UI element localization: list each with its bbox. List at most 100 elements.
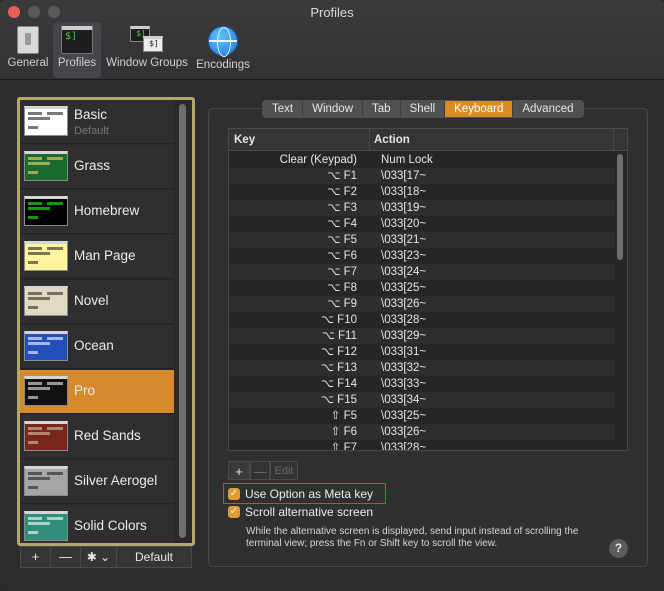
option-scroll-alt[interactable]: ✓ Scroll alternative screen <box>228 504 388 520</box>
action-cell: \033[21~ <box>381 234 427 246</box>
profile-list-scrollbar[interactable] <box>177 102 187 540</box>
action-cell: \033[25~ <box>381 282 427 294</box>
profile-item-homebrew[interactable]: Homebrew <box>20 190 174 234</box>
general-icon <box>17 26 39 54</box>
table-row[interactable]: ⇧ F7 \033[28~ <box>229 440 615 451</box>
key-table-scrollbar[interactable] <box>617 154 623 260</box>
action-cell: \033[28~ <box>381 314 427 326</box>
scroll-alt-checkbox[interactable]: ✓ <box>228 506 240 518</box>
help-button[interactable]: ? <box>609 539 628 558</box>
profile-item-pro[interactable]: Pro <box>20 370 174 414</box>
profile-name: Grass <box>74 158 111 173</box>
key-cell: ⌥ F7 <box>327 266 357 278</box>
tab-keyboard[interactable]: Keyboard <box>445 101 514 117</box>
profile-item-man-page[interactable]: Man Page <box>20 235 174 279</box>
meta-key-checkbox[interactable]: ✓ <box>228 488 240 500</box>
toolbar-general-label: General <box>7 57 49 69</box>
profile-list-buttons: + — ✱ ⌄ Default <box>20 546 192 568</box>
toolbar-profiles[interactable]: Profiles <box>53 22 101 78</box>
toolbar-encodings[interactable]: Encodings <box>194 22 252 78</box>
table-row[interactable]: ⌥ F11 \033[29~ <box>229 328 615 344</box>
action-cell: \033[18~ <box>381 186 427 198</box>
table-row[interactable]: ⌥ F8 \033[25~ <box>229 280 615 296</box>
table-row[interactable]: Clear (Keypad) Num Lock <box>229 152 615 168</box>
action-cell: \033[25~ <box>381 410 427 422</box>
tab-shell[interactable]: Shell <box>401 101 446 117</box>
column-header-action[interactable]: Action <box>374 134 410 146</box>
key-cell: ⌥ F1 <box>327 170 357 182</box>
add-profile-button[interactable]: + <box>21 547 51 567</box>
table-row[interactable]: ⌥ F3 \033[19~ <box>229 200 615 216</box>
action-cell: \033[28~ <box>381 442 427 451</box>
table-row[interactable]: ⌥ F1 \033[17~ <box>229 168 615 184</box>
tab-window[interactable]: Window <box>303 101 363 117</box>
column-header-key[interactable]: Key <box>234 134 255 146</box>
globe-icon <box>208 26 238 57</box>
toolbar: Profiles General Profiles $]$] Window Gr… <box>0 0 664 80</box>
profile-item-silver-aerogel[interactable]: Silver Aerogel <box>20 460 174 504</box>
option-meta-key[interactable]: ✓ Use Option as Meta key <box>228 486 378 502</box>
remove-profile-button[interactable]: — <box>51 547 81 567</box>
tab-text[interactable]: Text <box>263 101 304 117</box>
table-row[interactable]: ⇧ F6 \033[26~ <box>229 424 615 440</box>
profile-name: Novel <box>74 293 109 308</box>
profile-item-red-sands[interactable]: Red Sands <box>20 415 174 459</box>
action-cell: \033[23~ <box>381 250 427 262</box>
table-row[interactable]: ⇧ F5 \033[25~ <box>229 408 615 424</box>
tab-tab[interactable]: Tab <box>363 101 401 117</box>
table-row[interactable]: ⌥ F13 \033[32~ <box>229 360 615 376</box>
action-cell: \033[34~ <box>381 394 427 406</box>
profile-thumbnail <box>24 511 68 541</box>
key-cell: ⌥ F6 <box>327 250 357 262</box>
profile-item-novel[interactable]: Novel <box>20 280 174 324</box>
toolbar-window-groups-label: Window Groups <box>106 57 188 69</box>
key-cell: ⌥ F12 <box>320 346 357 358</box>
action-cell: Num Lock <box>381 154 433 166</box>
toolbar-general[interactable]: General <box>6 22 50 78</box>
settings-tabs: Text Window Tab Shell Keyboard Advanced <box>262 100 584 118</box>
profile-thumbnail <box>24 376 68 406</box>
profile-thumbnail <box>24 286 68 316</box>
window-title: Profiles <box>310 5 354 20</box>
tab-advanced[interactable]: Advanced <box>513 101 582 117</box>
profile-item-grass[interactable]: Grass <box>20 145 174 189</box>
profiles-window: Profiles General Profiles $]$] Window Gr… <box>0 0 664 591</box>
action-cell: \033[17~ <box>381 170 427 182</box>
profile-name: Ocean <box>74 338 114 353</box>
key-cell: ⌥ F9 <box>327 298 357 310</box>
table-row[interactable]: ⌥ F5 \033[21~ <box>229 232 615 248</box>
profile-name: Silver Aerogel <box>74 473 158 488</box>
key-cell: ⌥ F11 <box>321 330 357 342</box>
table-row[interactable]: ⌥ F14 \033[33~ <box>229 376 615 392</box>
profile-item-ocean[interactable]: Ocean <box>20 325 174 369</box>
meta-key-label: Use Option as Meta key <box>245 487 374 501</box>
key-cell: ⇧ F7 <box>330 442 357 451</box>
table-row[interactable]: ⌥ F2 \033[18~ <box>229 184 615 200</box>
table-row[interactable]: ⌥ F7 \033[24~ <box>229 264 615 280</box>
table-row[interactable]: ⌥ F15 \033[34~ <box>229 392 615 408</box>
table-row[interactable]: ⌥ F9 \033[26~ <box>229 296 615 312</box>
set-default-button[interactable]: Default <box>117 547 191 567</box>
key-cell: ⌥ F8 <box>327 282 357 294</box>
edit-key-button[interactable]: Edit <box>270 461 298 480</box>
action-cell: \033[33~ <box>381 378 427 390</box>
profile-name: Solid Colors <box>74 518 147 533</box>
profile-thumbnail <box>24 196 68 226</box>
profile-item-solid-colors[interactable]: Solid Colors <box>20 505 174 543</box>
key-cell: ⌥ F13 <box>320 362 357 374</box>
key-cell: ⌥ F2 <box>327 186 357 198</box>
table-row[interactable]: ⌥ F4 \033[20~ <box>229 216 615 232</box>
profile-actions-gear-icon[interactable]: ✱ ⌄ <box>81 547 117 567</box>
profile-thumbnail <box>24 331 68 361</box>
profile-list[interactable]: Basic Default Grass Homebrew Man Page Novel Oc… <box>17 97 195 546</box>
table-row[interactable]: ⌥ F12 \033[31~ <box>229 344 615 360</box>
profile-item-basic[interactable]: Basic Default <box>20 100 174 144</box>
key-mapping-table[interactable]: Key Action Clear (Keypad) Num Lock ⌥ F1 \03… <box>228 128 628 451</box>
add-key-button[interactable]: + <box>228 461 250 480</box>
key-cell: ⌥ F14 <box>320 378 357 390</box>
remove-key-button[interactable]: — <box>250 461 270 480</box>
toolbar-window-groups[interactable]: $] $] Window Groups <box>104 22 190 78</box>
table-row[interactable]: ⌥ F10 \033[28~ <box>229 312 615 328</box>
key-cell: ⌥ F10 <box>320 314 357 326</box>
table-row[interactable]: ⌥ F6 \033[23~ <box>229 248 615 264</box>
